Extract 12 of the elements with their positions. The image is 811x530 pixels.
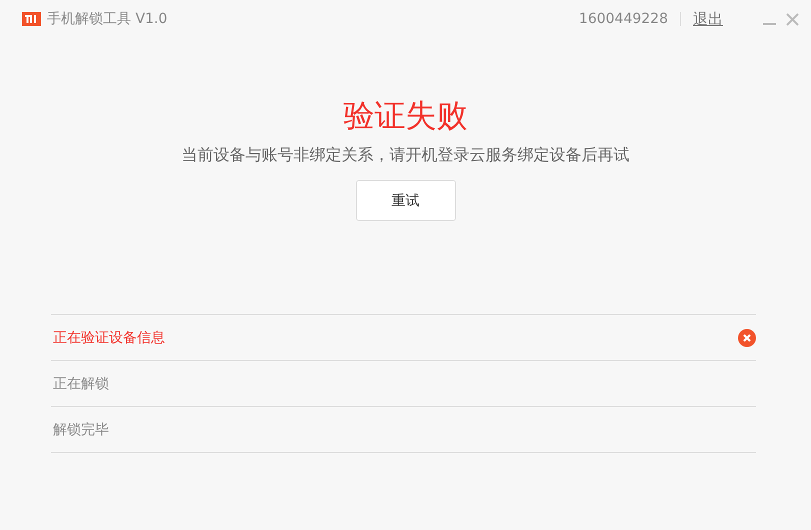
- retry-button[interactable]: 重试: [356, 180, 456, 221]
- step-label: 正在验证设备信息: [53, 328, 165, 346]
- step-label: 解锁完毕: [53, 420, 109, 438]
- logout-link[interactable]: 退出: [693, 10, 723, 28]
- result-message: 当前设备与账号非绑定关系，请开机登录云服务绑定设备后再试: [182, 145, 630, 166]
- logo-icon: [22, 12, 41, 26]
- error-icon: [738, 328, 756, 346]
- app-title: 手机解锁工具 V1.0: [47, 10, 168, 28]
- close-icon[interactable]: [786, 12, 799, 26]
- step-label: 正在解锁: [53, 374, 109, 392]
- account-id: 1600449228: [578, 11, 668, 27]
- result-title: 验证失败: [344, 97, 468, 136]
